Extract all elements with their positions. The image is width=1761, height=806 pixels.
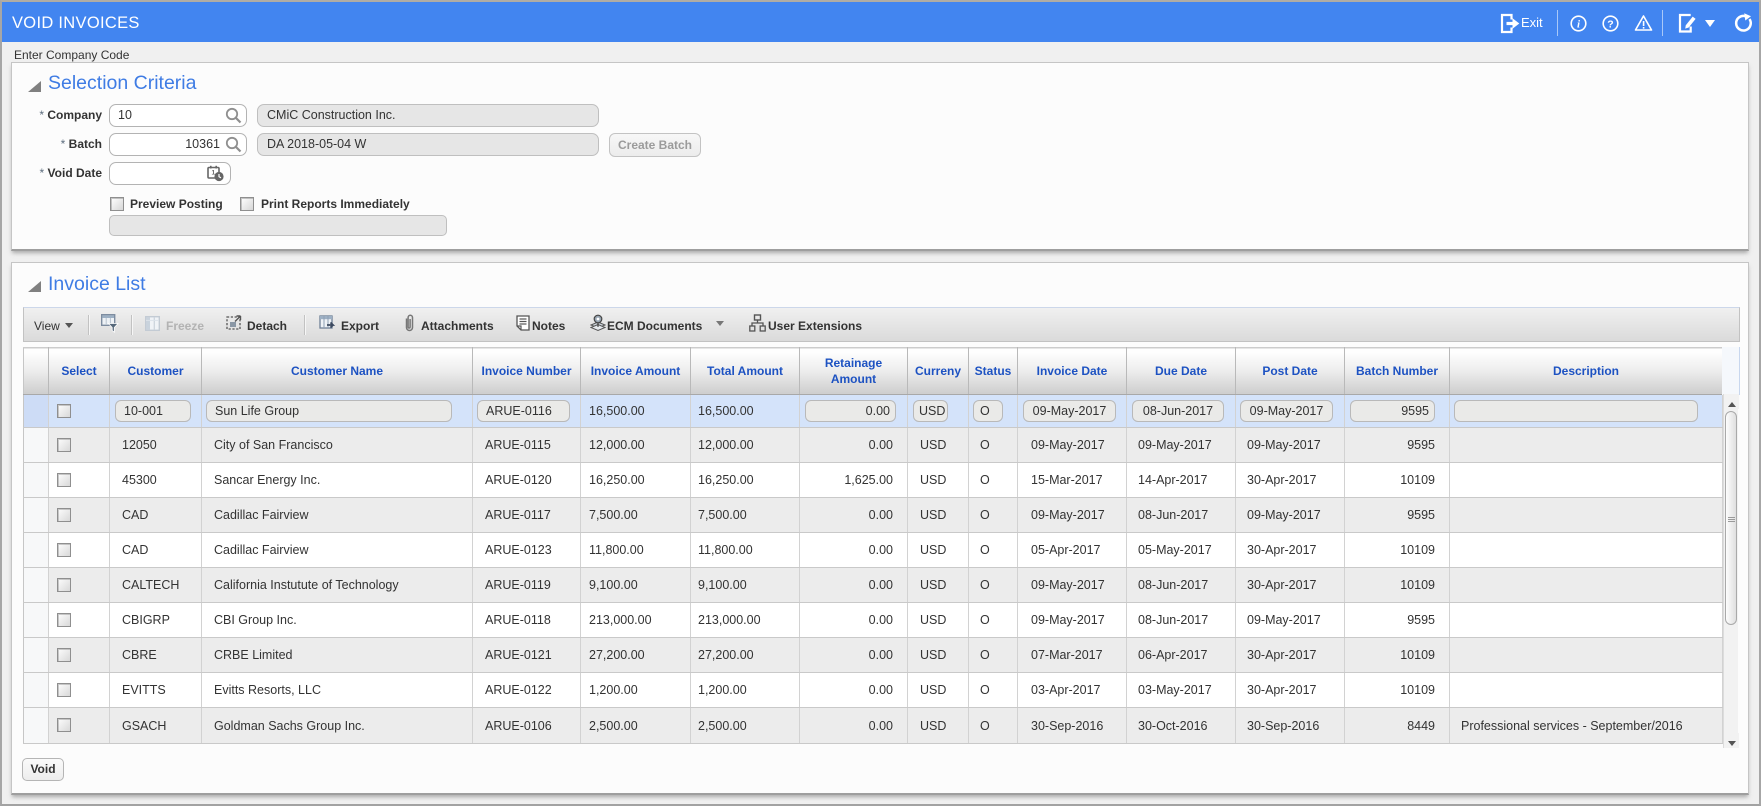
- svg-text:?: ?: [1607, 18, 1613, 30]
- svg-text:i: i: [1577, 19, 1581, 31]
